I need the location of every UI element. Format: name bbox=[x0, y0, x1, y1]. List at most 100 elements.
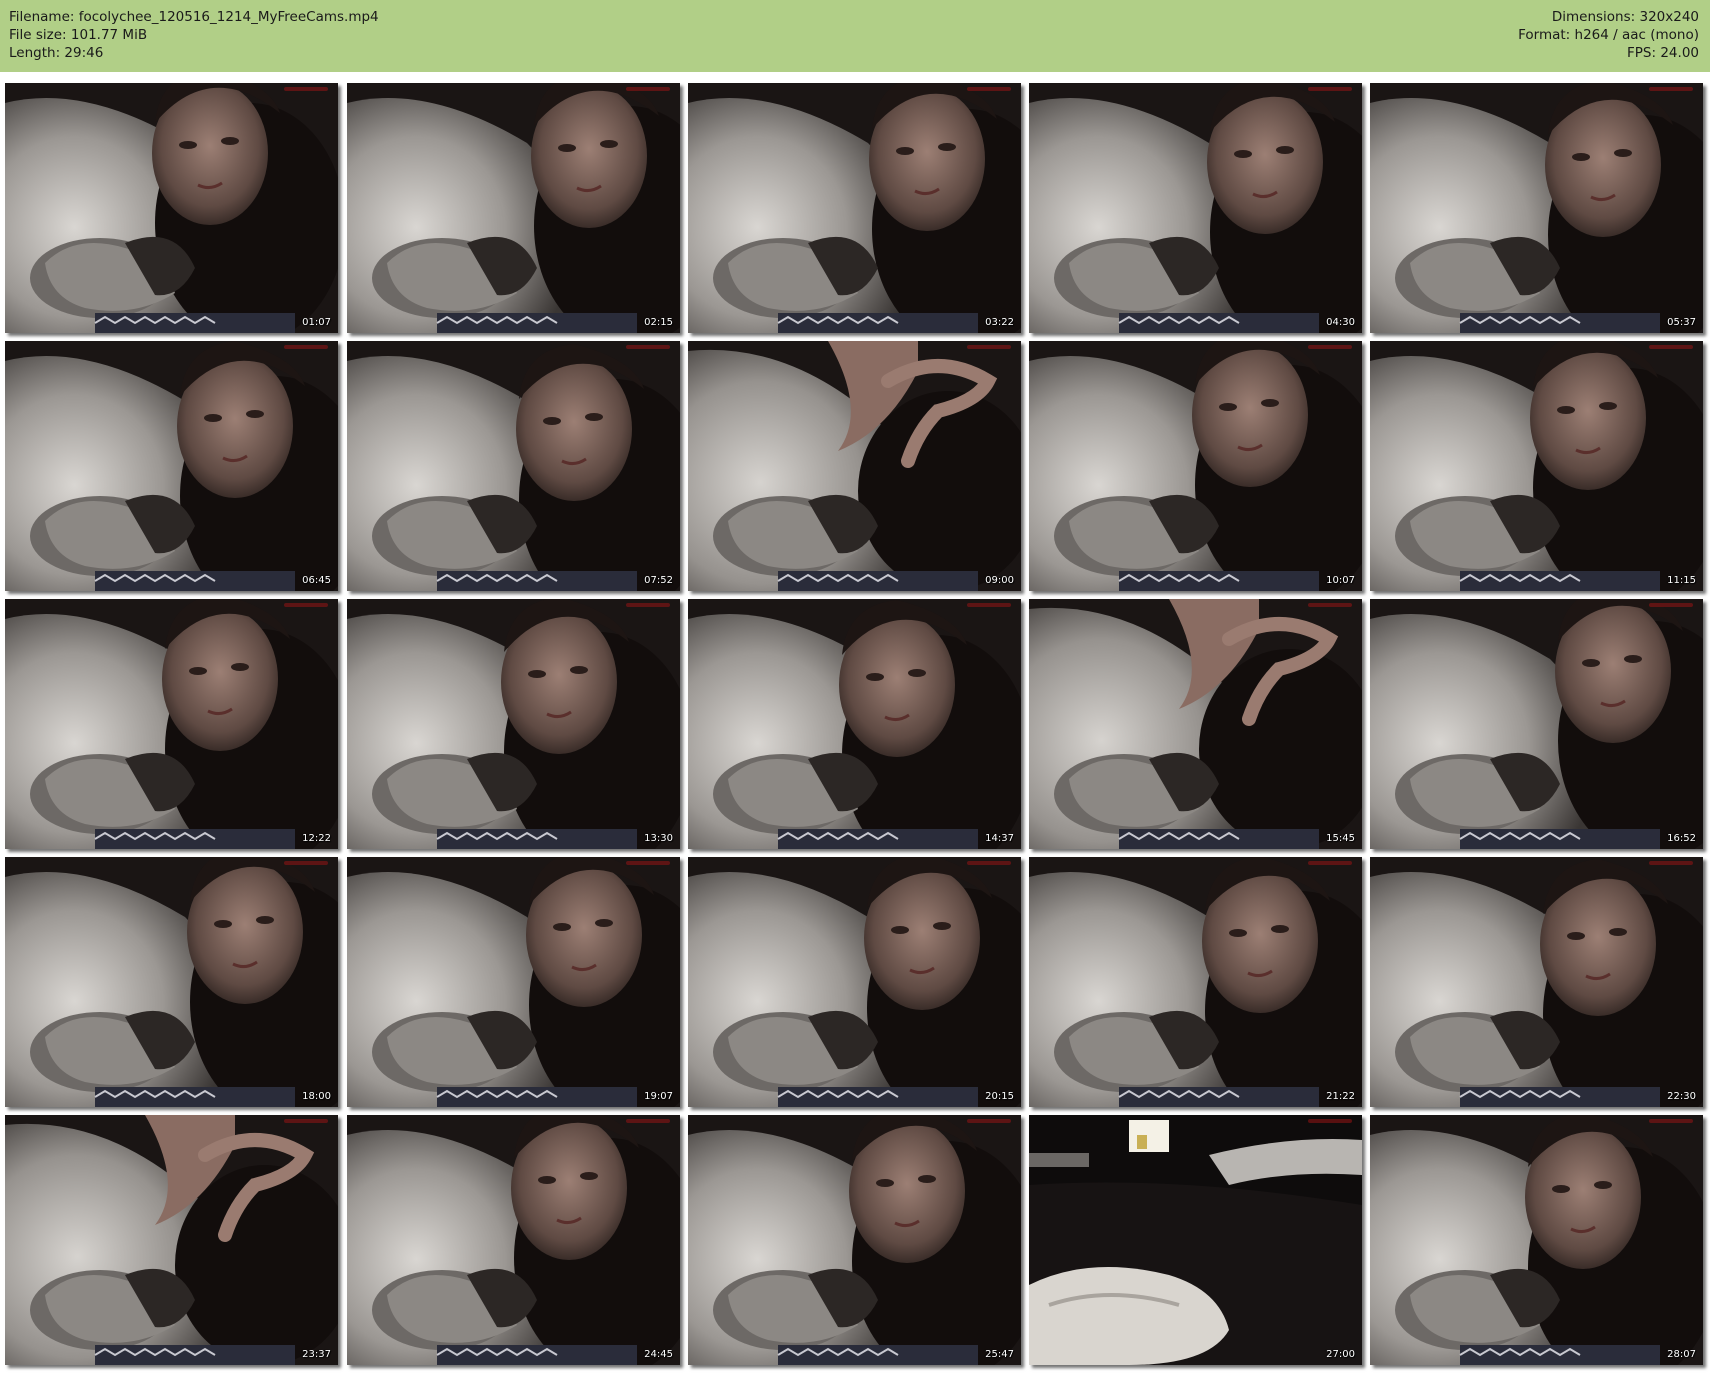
thumbnail-frame-image bbox=[1370, 341, 1703, 591]
video-thumbnail[interactable]: 11:15 bbox=[1370, 341, 1703, 591]
timestamp-label: 01:07 bbox=[302, 317, 331, 328]
timestamp-label: 14:37 bbox=[985, 833, 1014, 844]
watermark-mark bbox=[967, 345, 1011, 349]
timestamp-label: 25:47 bbox=[985, 1349, 1014, 1360]
video-thumbnail[interactable]: 01:07 bbox=[5, 83, 338, 333]
length-label: Length: 29:46 bbox=[9, 45, 104, 61]
timestamp-label: 27:00 bbox=[1326, 1349, 1355, 1360]
watermark-mark bbox=[284, 345, 328, 349]
watermark-mark bbox=[1308, 1119, 1352, 1123]
video-thumbnail[interactable]: 13:30 bbox=[347, 599, 680, 849]
thumbnail-frame-image bbox=[347, 599, 680, 849]
watermark-mark bbox=[626, 861, 670, 865]
thumbnail-frame-image bbox=[5, 599, 338, 849]
video-thumbnail[interactable]: 02:15 bbox=[347, 83, 680, 333]
thumbnail-frame-image bbox=[1029, 1115, 1362, 1365]
stream-info: Dimensions: 320x240 Format: h264 / aac (… bbox=[1518, 8, 1699, 62]
thumbnail-frame-image bbox=[1370, 599, 1703, 849]
watermark-mark bbox=[1649, 861, 1693, 865]
video-thumbnail[interactable]: 25:47 bbox=[688, 1115, 1021, 1365]
timestamp-label: 21:22 bbox=[1326, 1091, 1355, 1102]
video-thumbnail[interactable]: 22:30 bbox=[1370, 857, 1703, 1107]
timestamp-label: 28:07 bbox=[1667, 1349, 1696, 1360]
filesize-label: File size: 101.77 MiB bbox=[9, 27, 148, 43]
filename-label: Filename: focolychee_120516_1214_MyFreeC… bbox=[9, 9, 379, 25]
thumbnail-frame-image bbox=[347, 341, 680, 591]
watermark-mark bbox=[1649, 1119, 1693, 1123]
watermark-mark bbox=[967, 603, 1011, 607]
thumbnail-frame-image bbox=[688, 1115, 1021, 1365]
watermark-mark bbox=[1308, 345, 1352, 349]
video-thumbnail[interactable]: 20:15 bbox=[688, 857, 1021, 1107]
video-thumbnail[interactable]: 04:30 bbox=[1029, 83, 1362, 333]
video-thumbnail[interactable]: 19:07 bbox=[347, 857, 680, 1107]
video-thumbnail[interactable]: 24:45 bbox=[347, 1115, 680, 1365]
thumbnail-frame-image bbox=[347, 83, 680, 333]
thumbnail-frame-image bbox=[688, 599, 1021, 849]
thumbnail-grid: 01:07 02:15 03:22 04:30 05:37 06:45 07:5… bbox=[0, 72, 1710, 1373]
thumbnail-frame-image bbox=[1029, 83, 1362, 333]
video-thumbnail[interactable]: 09:00 bbox=[688, 341, 1021, 591]
format-label: Format: h264 / aac (mono) bbox=[1518, 27, 1699, 43]
watermark-mark bbox=[284, 1119, 328, 1123]
video-thumbnail[interactable]: 27:00 bbox=[1029, 1115, 1362, 1365]
thumbnail-frame-image bbox=[5, 83, 338, 333]
watermark-mark bbox=[967, 1119, 1011, 1123]
thumbnail-frame-image bbox=[688, 83, 1021, 333]
timestamp-label: 03:22 bbox=[985, 317, 1014, 328]
info-header: Filename: focolychee_120516_1214_MyFreeC… bbox=[0, 0, 1710, 72]
video-thumbnail[interactable]: 06:45 bbox=[5, 341, 338, 591]
watermark-mark bbox=[284, 861, 328, 865]
thumbnail-frame-image bbox=[1029, 599, 1362, 849]
video-thumbnail[interactable]: 15:45 bbox=[1029, 599, 1362, 849]
fps-label: FPS: 24.00 bbox=[1627, 45, 1699, 61]
timestamp-label: 11:15 bbox=[1667, 575, 1696, 586]
timestamp-label: 09:00 bbox=[985, 575, 1014, 586]
thumbnail-frame-image bbox=[1370, 83, 1703, 333]
thumbnail-frame-image bbox=[347, 1115, 680, 1365]
timestamp-label: 16:52 bbox=[1667, 833, 1696, 844]
thumbnail-frame-image bbox=[5, 341, 338, 591]
timestamp-label: 02:15 bbox=[644, 317, 673, 328]
watermark-mark bbox=[1308, 87, 1352, 91]
watermark-mark bbox=[1308, 861, 1352, 865]
video-thumbnail[interactable]: 14:37 bbox=[688, 599, 1021, 849]
watermark-mark bbox=[1649, 603, 1693, 607]
watermark-mark bbox=[284, 87, 328, 91]
video-thumbnail[interactable]: 12:22 bbox=[5, 599, 338, 849]
timestamp-label: 22:30 bbox=[1667, 1091, 1696, 1102]
thumbnail-frame-image bbox=[688, 341, 1021, 591]
timestamp-label: 05:37 bbox=[1667, 317, 1696, 328]
timestamp-label: 10:07 bbox=[1326, 575, 1355, 586]
video-thumbnail[interactable]: 10:07 bbox=[1029, 341, 1362, 591]
timestamp-label: 20:15 bbox=[985, 1091, 1014, 1102]
watermark-mark bbox=[626, 345, 670, 349]
video-thumbnail[interactable]: 18:00 bbox=[5, 857, 338, 1107]
video-thumbnail[interactable]: 05:37 bbox=[1370, 83, 1703, 333]
thumbnail-frame-image bbox=[1370, 857, 1703, 1107]
timestamp-label: 19:07 bbox=[644, 1091, 673, 1102]
watermark-mark bbox=[284, 603, 328, 607]
timestamp-label: 18:00 bbox=[302, 1091, 331, 1102]
video-thumbnail[interactable]: 07:52 bbox=[347, 341, 680, 591]
video-thumbnail[interactable]: 28:07 bbox=[1370, 1115, 1703, 1365]
watermark-mark bbox=[967, 861, 1011, 865]
timestamp-label: 07:52 bbox=[644, 575, 673, 586]
video-thumbnail[interactable]: 16:52 bbox=[1370, 599, 1703, 849]
thumbnail-frame-image bbox=[347, 857, 680, 1107]
timestamp-label: 23:37 bbox=[302, 1349, 331, 1360]
thumbnail-frame-image bbox=[688, 857, 1021, 1107]
watermark-mark bbox=[1308, 603, 1352, 607]
video-thumbnail[interactable]: 21:22 bbox=[1029, 857, 1362, 1107]
timestamp-label: 06:45 bbox=[302, 575, 331, 586]
timestamp-label: 15:45 bbox=[1326, 833, 1355, 844]
thumbnail-frame-image bbox=[5, 857, 338, 1107]
thumbnail-frame-image bbox=[1029, 341, 1362, 591]
dimensions-label: Dimensions: 320x240 bbox=[1551, 9, 1699, 25]
timestamp-label: 12:22 bbox=[302, 833, 331, 844]
video-thumbnail[interactable]: 23:37 bbox=[5, 1115, 338, 1365]
watermark-mark bbox=[1649, 345, 1693, 349]
video-thumbnail[interactable]: 03:22 bbox=[688, 83, 1021, 333]
thumbnail-frame-image bbox=[5, 1115, 338, 1365]
timestamp-label: 13:30 bbox=[644, 833, 673, 844]
